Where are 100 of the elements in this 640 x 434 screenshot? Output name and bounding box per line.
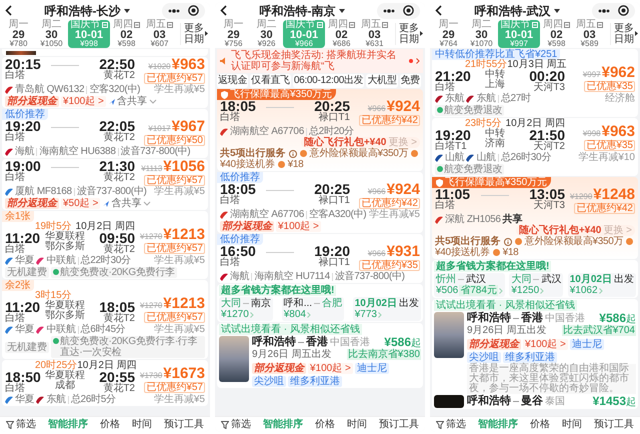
caret-down-icon[interactable] <box>554 8 560 12</box>
back-icon[interactable] <box>435 5 442 16</box>
sort-tab[interactable]: 价格 <box>315 418 335 430</box>
flight-card[interactable]: 低价推荐 18:05 白塔 20:25 禄口T1 ¥966¥924 已优惠约¥42 湖南航空 A67706 空客A320(中) 学生再减¥5 部分返现金 ¥100起 > <box>217 172 423 233</box>
more-dates-link[interactable]: 更多日期 <box>399 22 419 44</box>
savings-option[interactable]: 10月02日 出发 ¥773 <box>352 297 421 321</box>
back-icon[interactable] <box>5 5 12 16</box>
date-tab[interactable]: 周一 29 ¥764 <box>432 20 465 48</box>
airline-name: 山航 <box>445 152 464 163</box>
savings-option[interactable]: 大同 武汉 ¥1250 <box>509 273 564 297</box>
date-tab[interactable]: 周四 02 ¥598 <box>110 20 143 48</box>
more-icon[interactable] <box>168 8 180 12</box>
savings-option[interactable]: 大同 南京 ¥1270 <box>219 297 273 321</box>
departure-airport: 白塔T1 <box>435 142 468 152</box>
date-tab[interactable]: 周二 30 ¥1050 <box>35 20 68 48</box>
flight-info: 空客A320(中) <box>308 209 366 220</box>
attraction-tag: 迪士尼 <box>570 339 604 350</box>
section-title: 试试出境看看 · 风景相似还省钱 <box>219 324 362 335</box>
target-icon[interactable] <box>618 5 629 16</box>
flight-info: 总27时 <box>500 93 531 104</box>
target-icon[interactable] <box>188 5 199 16</box>
date-tab[interactable]: 周二 30 ¥1070 <box>465 20 498 48</box>
cashback-amount-link[interactable]: ¥100起 > <box>523 339 568 350</box>
date-tab[interactable]: 周一 29 ¥756 <box>217 20 250 48</box>
flight-card[interactable]: 中转低价推荐比直飞省¥251 21时55分10月3日 周五 21:20 白塔 中转 上海 00:20 天河T3 ¥997¥962 已优惠¥35 东航 东航 总27时 经济舱 航变免费退改 <box>432 49 638 117</box>
date-price: ¥926 <box>258 40 276 48</box>
sort-tab[interactable]: 价格 <box>530 418 550 430</box>
flight-card[interactable]: 低价推荐 19:20 白塔 22:05 黄花T2 ¥1017¥967 已优惠约¥50 海航 海南航空 HU6388 波音737-800(中) <box>2 109 208 158</box>
info-icon[interactable] <box>288 150 297 158</box>
date-price: ¥1070 <box>470 40 493 48</box>
arrival-airport: 天河T2 <box>533 142 565 152</box>
sort-tab[interactable]: 时间 <box>347 418 367 430</box>
cashback-amount-link[interactable]: ¥50起 > <box>61 198 100 209</box>
more-icon[interactable] <box>383 8 395 12</box>
weekday-label: 周四 <box>543 20 563 30</box>
date-tab[interactable]: 周五 03 ¥589 <box>573 20 606 48</box>
sort-tab[interactable]: 时间 <box>132 418 152 430</box>
flight-card[interactable]: 飞行保障最高¥350万元 18:05 白塔 20:25 禄口T1 ¥966¥924 已优惠约¥42 湖南航空 A67706 总2时20分 随心飞行礼包+¥40 更换 > 共5项出行服务 意外险保额最高¥350万 ¥40接送机券 ¥18 <box>217 89 423 171</box>
flight-info: 波音737-800(中) <box>120 146 190 157</box>
sort-tab[interactable]: 筛选 <box>221 418 251 430</box>
filter-chip[interactable]: 返现金 <box>217 74 248 88</box>
sort-tab[interactable]: 预订工具 <box>379 418 419 430</box>
arrival-airport: 黄花T2 <box>103 133 135 143</box>
sort-tab[interactable]: 价格 <box>100 418 120 430</box>
more-dates-link[interactable]: 更多日期 <box>614 22 634 44</box>
date-number: 03 <box>583 30 596 40</box>
departure-airport: 白塔 <box>435 83 455 93</box>
date-tab[interactable]: 周二 30 ¥926 <box>250 20 283 48</box>
chevron-right-icon <box>306 312 311 318</box>
filter-chip[interactable]: 06:00-12:00出发 <box>292 74 364 88</box>
price: ¥1673 <box>163 367 205 380</box>
sort-tab[interactable]: 预订工具 <box>164 418 204 430</box>
gift-text: 随心飞行礼包+¥40 <box>518 225 602 236</box>
origin-city: 呼和浩特 <box>252 336 296 349</box>
date-tab[interactable]: 周四 02 ¥598 <box>540 20 573 48</box>
flight-card[interactable]: 20:15 白塔 22:50 黄花T2 ¥1020¥963 已优惠约¥57 青岛航 QW6132 空客320(中) 学生再减¥5 部分返现金 ¥100起 > 含共享 <box>2 57 208 108</box>
filter-chip[interactable]: 免费 <box>400 74 421 88</box>
flight-label: 中转低价推荐比直飞省¥251 <box>432 49 560 60</box>
date-number: 29 <box>227 30 240 40</box>
attraction-tag: 尖沙咀 <box>252 376 286 387</box>
student-discount: 学生再减¥5 <box>154 255 205 266</box>
flight-card[interactable]: 23时5分 10月2日 周四 19:20 白塔T1 中转 济南 21:50 天河T2 ¥998¥963 已优惠¥35 山航 山航 总26时30分 学生再减¥10 航变免费退改 <box>432 118 638 176</box>
caret-down-icon[interactable] <box>124 8 130 12</box>
shield-icon <box>221 90 228 98</box>
date-price: ¥764 <box>440 40 458 48</box>
savings-option[interactable]: 10月02日 出发 ¥1062 <box>568 273 636 297</box>
back-icon[interactable] <box>220 5 227 16</box>
discount-label: 已优惠¥35 <box>584 140 635 151</box>
date-tab[interactable]: 周四 02 ¥686 <box>325 20 358 48</box>
student-discount: 经济舱 <box>605 93 635 104</box>
more-icon[interactable] <box>598 8 610 12</box>
more-dates-link[interactable]: 更多日期 <box>184 22 204 44</box>
gift-pill[interactable]: 随心飞行礼包+¥40 更换 > <box>516 225 635 236</box>
date-tab[interactable]: 周五 03 ¥607 <box>143 20 176 48</box>
date-tab[interactable]: 周五 03 ¥631 <box>358 20 391 48</box>
notice-bar[interactable]: 飞飞乐现金抽奖活动: 搭乘航班并实名认证即可参与新海航“飞 <box>217 49 423 73</box>
cashback-amount-link[interactable]: ¥100起 > <box>308 363 353 374</box>
flight-card[interactable]: 19:00 白塔 21:30 黄花T2 ¥1113¥1056 已优惠约¥57 厦航 MF8168 波音737-800(中) 学生再减¥5 部分返现金 ¥50起 > 含共享 <box>2 159 208 210</box>
target-icon[interactable] <box>403 5 414 16</box>
price: ¥1056 <box>163 160 205 173</box>
date-tab[interactable]: 周一 29 ¥780 <box>2 20 35 48</box>
sort-tab[interactable]: 时间 <box>562 418 582 430</box>
cashback-amount-link[interactable]: ¥100起 > <box>276 221 321 232</box>
layover-duration: 3时15分 <box>35 291 72 301</box>
filter-chip[interactable]: 大机型 <box>366 74 398 88</box>
info-icon[interactable] <box>504 238 512 246</box>
arrival-airport: 天河T3 <box>533 83 565 93</box>
cashback-amount-link[interactable]: ¥100起 > <box>61 96 106 107</box>
sort-tab[interactable]: 预订工具 <box>594 418 634 430</box>
sort-tab[interactable]: 筛选 <box>6 418 36 430</box>
caret-down-icon[interactable] <box>338 8 344 12</box>
savings-option[interactable]: 呼和... 合肥 ¥804 <box>282 297 344 321</box>
departure-airport: 白塔 <box>5 173 26 183</box>
gift-pill[interactable]: 随心飞行礼包+¥40 更换 > <box>300 137 420 148</box>
filter-chip[interactable]: 仅看直飞 <box>250 74 291 88</box>
sort-tab[interactable]: 筛选 <box>436 418 466 430</box>
savings-option[interactable]: 忻州 武汉 ¥506 省784元 <box>434 273 505 297</box>
flight-card[interactable]: 飞行保障最高¥350万元 11:05 白塔 13:05 天河T3 ¥1290¥1248 已优惠约¥42 深航 ZH1056 共享 随心飞行礼包+¥40 更换 > 共5项出行服务 意外险保额最高¥350万 ¥40接送机券 ¥18 <box>432 177 638 259</box>
flight-card[interactable]: 低价推荐 16:50 白塔 19:20 禄口T1 ¥966¥931 已优惠约¥35 海航 海南航空 HU7114 波音737-800(中) <box>217 234 423 283</box>
attraction-tag: 迪士尼 <box>354 363 389 374</box>
